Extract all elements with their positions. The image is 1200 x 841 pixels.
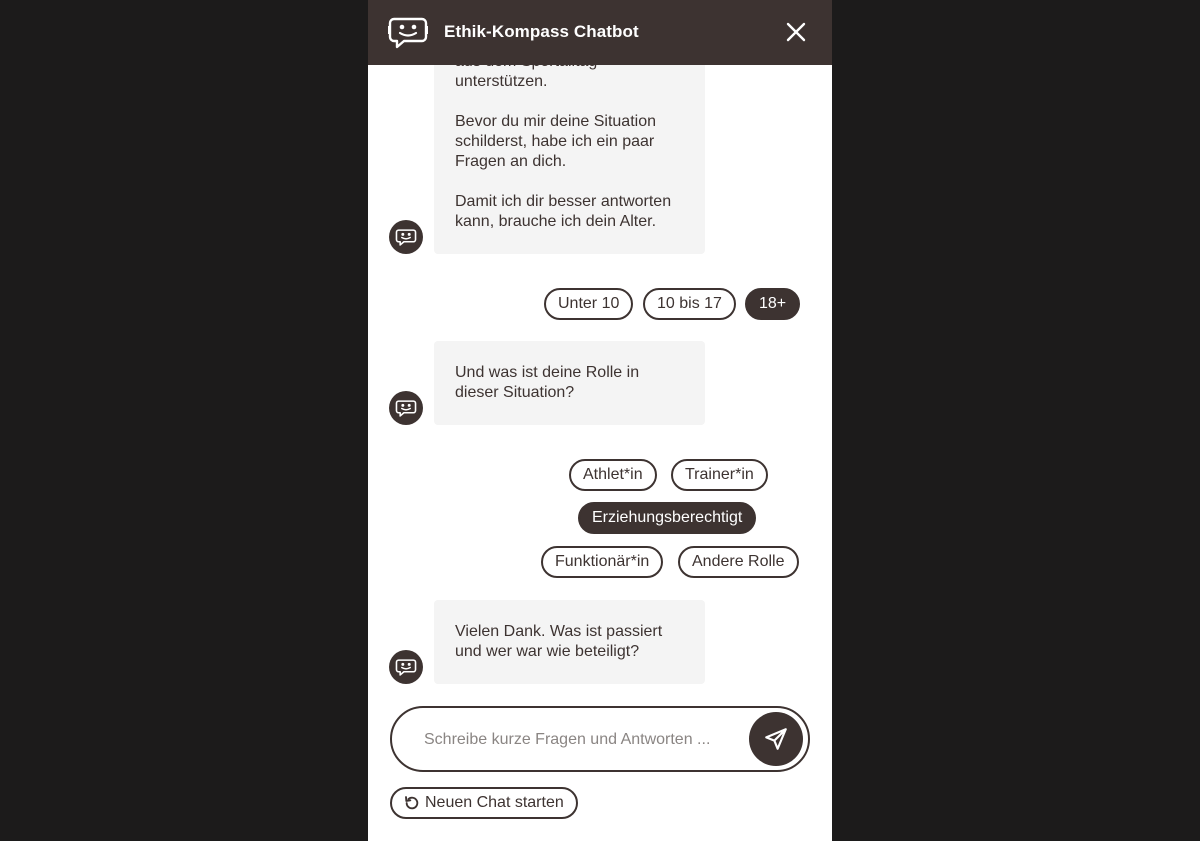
bot-avatar — [389, 391, 423, 425]
restart-icon — [405, 796, 419, 810]
bot-message: Und was ist deine Rolle in dieser Situat… — [434, 341, 705, 425]
age-option-18-plus[interactable]: 18+ — [745, 288, 801, 320]
message-text: Und was ist deine Rolle in dieser Situat… — [455, 364, 640, 401]
new-chat-button[interactable]: Neuen Chat starten — [390, 787, 578, 819]
bot-message: Vielen Dank. Was ist passiert und wer wa… — [434, 600, 705, 684]
message-text: Vielen Dank. Was ist passiert und wer wa… — [455, 623, 663, 660]
new-chat-label: Neuen Chat starten — [425, 794, 564, 811]
role-option-trainer[interactable]: Trainer*in — [671, 459, 768, 491]
chatbot-icon — [388, 15, 428, 49]
message-composer — [390, 706, 810, 772]
message-text: aus dem Sportalltag unterstützen. — [455, 65, 597, 90]
send-icon — [765, 728, 787, 750]
age-option-10-to-17[interactable]: 10 bis 17 — [643, 288, 736, 320]
message-text: Bevor du mir deine Situation schilderst,… — [455, 113, 656, 170]
bot-message: aus dem Sportalltag unterstützen. Bevor … — [434, 65, 705, 254]
bot-avatar — [389, 650, 423, 684]
role-option-guardian[interactable]: Erziehungsberechtigt — [578, 502, 757, 534]
chatbot-icon — [395, 229, 417, 246]
close-icon[interactable] — [784, 20, 808, 44]
chatbot-icon — [395, 659, 417, 676]
send-button[interactable] — [749, 712, 803, 766]
message-input[interactable] — [424, 726, 744, 754]
age-option-under-10[interactable]: Unter 10 — [544, 288, 634, 320]
chat-title: Ethik-Kompass Chatbot — [444, 22, 639, 41]
role-option-other[interactable]: Andere Rolle — [678, 546, 799, 578]
role-option-official[interactable]: Funktionär*in — [541, 546, 664, 578]
chatbot-icon — [395, 400, 417, 417]
message-list[interactable]: aus dem Sportalltag unterstützen. Bevor … — [368, 65, 832, 695]
bot-avatar — [389, 220, 423, 254]
role-option-athlete[interactable]: Athlet*in — [569, 459, 657, 491]
chat-header: Ethik-Kompass Chatbot — [368, 0, 832, 65]
message-text: Damit ich dir besser antworten kann, bra… — [455, 193, 672, 230]
chatbot-window: Ethik-Kompass Chatbot aus dem Sportallta… — [368, 0, 832, 841]
